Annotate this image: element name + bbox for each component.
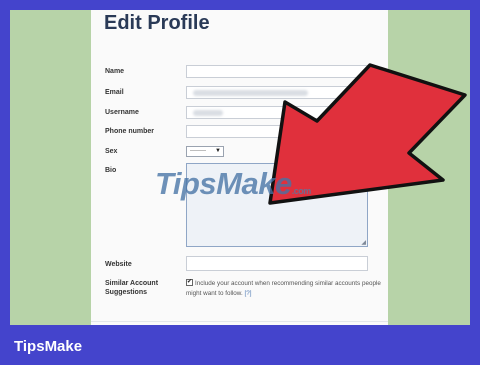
brand-logo: TipsMake: [14, 338, 83, 355]
watermark-suffix: .com: [291, 186, 312, 196]
watermark: TipsMake.com: [155, 166, 311, 202]
watermark-text: TipsMake: [155, 166, 292, 201]
